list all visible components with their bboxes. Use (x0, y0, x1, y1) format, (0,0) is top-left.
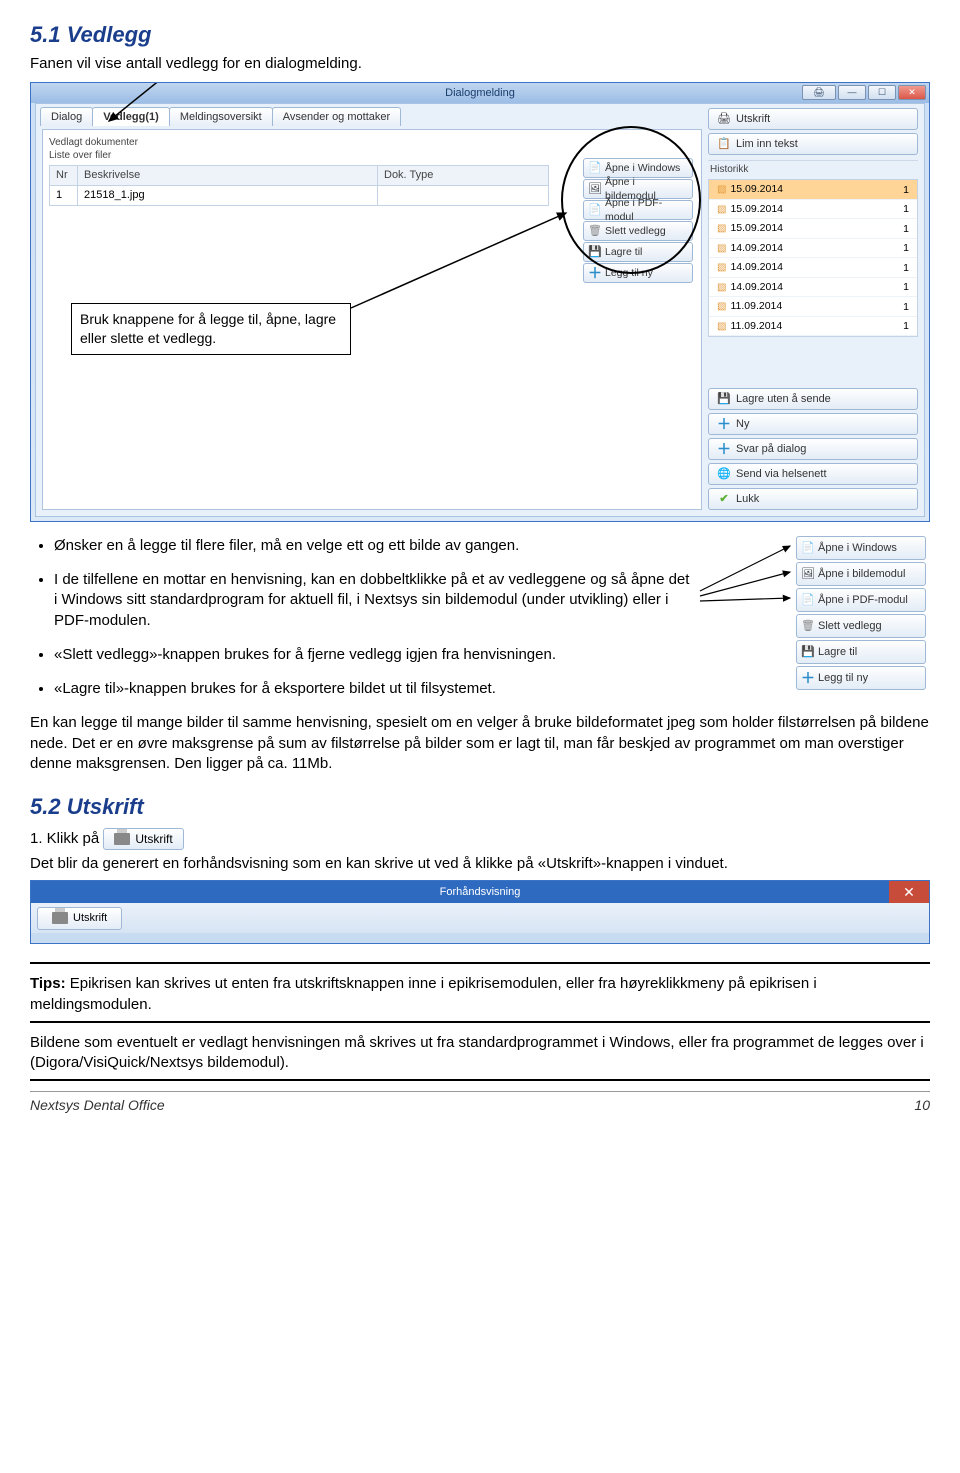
historikk-row[interactable]: ▧15.09.20141 (709, 200, 917, 220)
send-helsenett-button[interactable]: 🌐Send via helsenett (708, 463, 918, 485)
titlebar: Dialogmelding 🖨 — ☐ ✕ (31, 83, 929, 103)
open-pdf-button: 📄Åpne i PDF-modul (796, 588, 926, 612)
historikk-row[interactable]: ▧14.09.20141 (709, 258, 917, 278)
bullet-list: Ønsker en å legge til flere filer, må en… (30, 536, 690, 700)
preview-toolbar: Utskrift (31, 903, 929, 933)
preview-titlebar: Forhåndsvisning ✕ (31, 881, 929, 903)
printer-icon (52, 912, 68, 924)
callout-box: Bruk knappene for å legge til, åpne, lag… (71, 303, 351, 355)
plus-icon: ＋ (717, 417, 731, 431)
forhandsvisning-text: Det blir da generert en forhåndsvisning … (30, 854, 930, 874)
image-icon: 🖼 (802, 568, 814, 580)
historikk-row[interactable]: ▧15.09.20141 (709, 219, 917, 239)
historikk-row[interactable]: ▧15.09.20141 (709, 180, 917, 200)
page-footer: Nextsys Dental Office 10 (30, 1091, 930, 1115)
close-icon[interactable]: ✕ (898, 85, 926, 100)
lim-inn-tekst-button[interactable]: 📋Lim inn tekst (708, 133, 918, 155)
callout-text: Bruk knappene for å legge til, åpne, lag… (80, 311, 336, 346)
doc-icon: ▧ (717, 184, 726, 195)
historikk-row[interactable]: ▧14.09.20141 (709, 239, 917, 259)
svar-dialog-button[interactable]: ＋Svar på dialog (708, 438, 918, 460)
close-icon[interactable]: ✕ (889, 881, 929, 903)
lukk-button[interactable]: ✔Lukk (708, 488, 918, 510)
printer-icon (114, 833, 130, 845)
intro-text: Fanen vil vise antall vedlegg for en dia… (30, 54, 930, 74)
separator (30, 1079, 930, 1081)
th-beskrivelse[interactable]: Beskrivelse (78, 165, 378, 185)
doc-icon: 📄 (802, 542, 814, 554)
historikk-label: Historikk (708, 160, 918, 177)
th-doktype[interactable]: Dok. Type (378, 165, 549, 185)
heading-5-2: 5.2 Utskrift (30, 792, 930, 822)
footer-left: Nextsys Dental Office (30, 1096, 165, 1115)
print-titlebar-icon[interactable]: 🖨 (802, 85, 836, 100)
bullet-item: I de tilfellene en mottar en henvisning,… (54, 570, 690, 631)
window-title: Dialogmelding (445, 86, 515, 101)
save-icon: 💾 (717, 392, 731, 406)
lagre-til-button: 💾Lagre til (796, 640, 926, 664)
paragraph-after-bullets: En kan legge til mange bilder til samme … (30, 713, 930, 774)
plus-icon: ＋ (589, 267, 601, 279)
th-nr[interactable]: Nr (50, 165, 78, 185)
tips-text: Tips: Epikrisen kan skrives ut enten fra… (30, 974, 930, 1015)
save-icon: 💾 (802, 646, 814, 658)
tab-dialog[interactable]: Dialog (40, 107, 93, 126)
preview-title: Forhåndsvisning (440, 885, 521, 900)
doc-icon: ▧ (717, 262, 726, 273)
heading-5-1: 5.1 Vedlegg (30, 20, 930, 50)
paste-icon: 📋 (717, 137, 731, 151)
doc-icon: ▧ (717, 321, 726, 332)
right-column: 🖨Utskrift 📋Lim inn tekst Historikk ▧15.0… (708, 108, 918, 510)
doc-icon: ▧ (717, 204, 726, 215)
doc-icon: ▧ (717, 282, 726, 293)
open-windows-button: 📄Åpne i Windows (796, 536, 926, 560)
table-row[interactable]: 1 21518_1.jpg (50, 185, 549, 205)
legg-til-ny-button: ＋Legg til ny (796, 666, 926, 690)
historikk-row[interactable]: ▧11.09.20141 (709, 317, 917, 337)
plus-icon: ＋ (717, 442, 731, 456)
open-bildemodul-button: 🖼Åpne i bildemodul (796, 562, 926, 586)
historikk-row[interactable]: ▧14.09.20141 (709, 278, 917, 298)
forhandsvisning-screenshot: Forhåndsvisning ✕ Utskrift (30, 880, 930, 944)
utskrift-button[interactable]: Utskrift (37, 907, 122, 930)
pdf-icon: 📄 (802, 594, 814, 606)
bullet-item: «Slett vedlegg»-knappen brukes for å fje… (54, 645, 690, 665)
trash-icon: 🗑 (802, 620, 814, 632)
dialogmelding-screenshot: Dialogmelding 🖨 — ☐ ✕ Dialog Vedlegg(1) … (30, 82, 930, 522)
check-icon: ✔ (717, 492, 731, 506)
side-buttons-illustration: 📄Åpne i Windows 🖼Åpne i bildemodul 📄Åpne… (796, 536, 926, 690)
annotation-ellipse (561, 126, 701, 274)
doc-icon: ▧ (717, 243, 726, 254)
bullet-item: «Lagre til»-knappen brukes for å eksport… (54, 679, 690, 699)
footer-page-number: 10 (914, 1096, 930, 1115)
plus-icon: ＋ (802, 672, 814, 684)
doc-icon: ▧ (717, 223, 726, 234)
step-1: 1. Klikk på Utskrift (30, 828, 930, 850)
network-icon: 🌐 (717, 467, 731, 481)
tab-meldingsoversikt[interactable]: Meldingsoversikt (169, 107, 273, 126)
file-list-table: Nr Beskrivelse Dok. Type 1 21518_1.jpg (49, 165, 549, 206)
historikk-row[interactable]: ▧11.09.20141 (709, 297, 917, 317)
maximize-icon[interactable]: ☐ (868, 85, 896, 100)
bullet-item: Ønsker en å legge til flere filer, må en… (54, 536, 690, 556)
ny-button[interactable]: ＋Ny (708, 413, 918, 435)
historikk-list: ▧15.09.20141 ▧15.09.20141 ▧15.09.20141 ▧… (708, 179, 918, 337)
tab-avsender[interactable]: Avsender og mottaker (272, 107, 401, 126)
tab-vedlegg[interactable]: Vedlegg(1) (92, 107, 170, 126)
lagre-uten-sende-button[interactable]: 💾Lagre uten å sende (708, 388, 918, 410)
separator (30, 962, 930, 964)
separator (30, 1021, 930, 1023)
slett-vedlegg-button: 🗑Slett vedlegg (796, 614, 926, 638)
utskrift-button[interactable]: 🖨Utskrift (708, 108, 918, 130)
utskrift-inline-button: Utskrift (103, 828, 183, 850)
minimize-icon[interactable]: — (838, 85, 866, 100)
doc-icon: ▧ (717, 301, 726, 312)
printer-icon: 🖨 (717, 112, 731, 126)
tips2-text: Bildene som eventuelt er vedlagt henvisn… (30, 1033, 930, 1074)
